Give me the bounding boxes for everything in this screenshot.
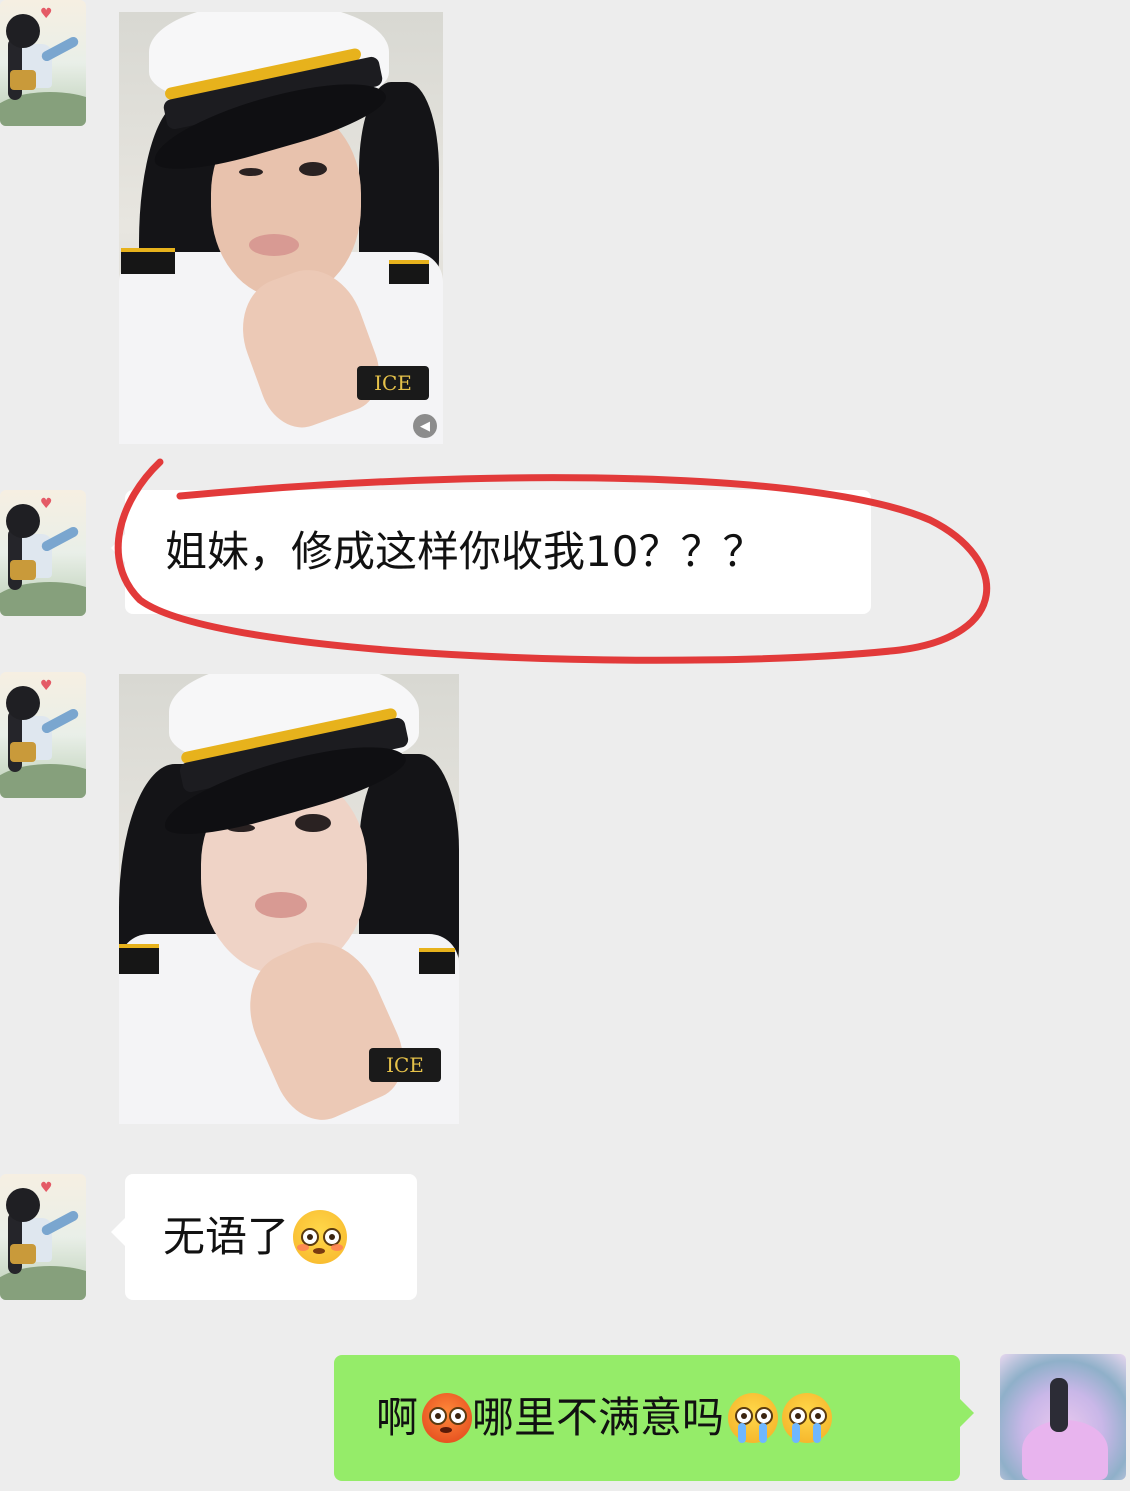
message-text-part: 哪里不满意吗 — [472, 1393, 725, 1442]
crying-face-emoji — [728, 1393, 779, 1443]
message-text: 姐妹，修成这样你收我10？？？ — [165, 527, 765, 576]
volume-icon[interactable]: ◀ — [413, 414, 437, 438]
sender-avatar[interactable]: ♥ — [0, 1174, 86, 1300]
sender-avatar[interactable]: ♥ — [0, 490, 86, 616]
message-text: 无语了 — [163, 1212, 290, 1261]
angry-face-emoji — [422, 1393, 473, 1443]
badge-text: ICE — [369, 1048, 441, 1082]
sender-avatar[interactable]: ♥ — [0, 0, 86, 126]
message-text-part: 啊 — [376, 1393, 419, 1442]
self-avatar[interactable] — [1000, 1354, 1126, 1480]
sender-avatar[interactable]: ♥ — [0, 672, 86, 798]
message-bubble[interactable]: 无语了 — [111, 1174, 417, 1300]
message-bubble-outgoing[interactable]: 啊 哪里不满意吗 — [334, 1355, 974, 1481]
image-message-before[interactable]: ICE ◀ — [119, 12, 443, 444]
image-message-after[interactable]: ICE — [119, 674, 459, 1124]
message-bubble[interactable]: 姐妹，修成这样你收我10？？？ — [111, 490, 871, 614]
crying-face-emoji — [782, 1393, 833, 1443]
badge-text: ICE — [357, 366, 429, 400]
flushed-face-emoji — [293, 1210, 348, 1264]
